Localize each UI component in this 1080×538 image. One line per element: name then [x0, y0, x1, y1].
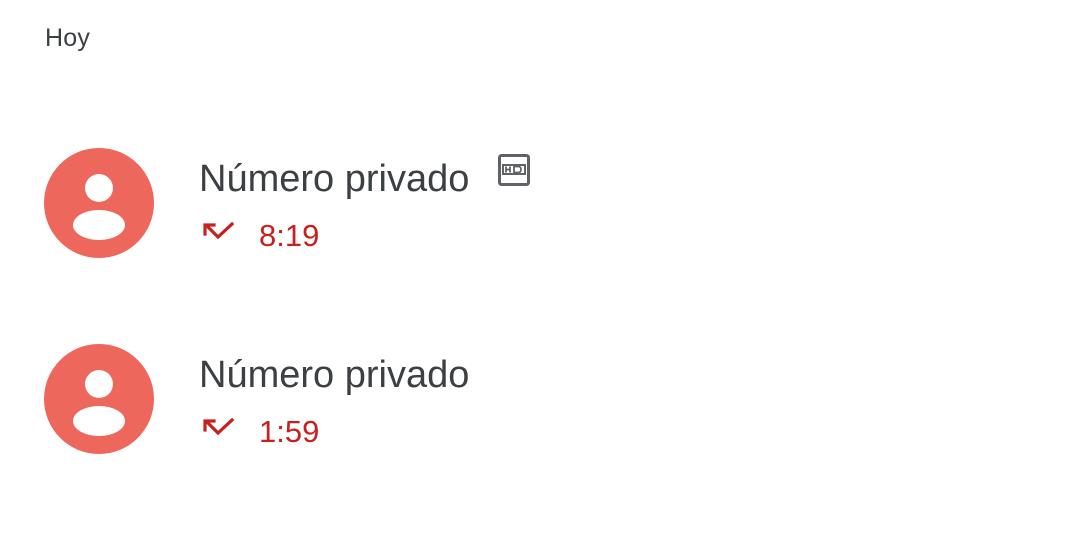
avatar[interactable]: [44, 148, 154, 258]
hd-icon: [498, 154, 530, 186]
call-time: 1:59: [259, 414, 320, 449]
call-time: 8:19: [259, 218, 320, 253]
caller-name: Número privado: [199, 354, 470, 396]
avatar[interactable]: [44, 344, 154, 454]
missed-call-icon: [203, 417, 235, 436]
call-log-item[interactable]: Número privado 8:19: [0, 128, 1080, 278]
person-icon: [73, 174, 125, 240]
missed-call-icon: [203, 221, 235, 240]
section-header-today: Hoy: [45, 24, 91, 52]
call-log-item[interactable]: Número privado 1:59: [0, 324, 1080, 474]
person-icon: [73, 370, 125, 436]
caller-name: Número privado: [199, 158, 470, 200]
